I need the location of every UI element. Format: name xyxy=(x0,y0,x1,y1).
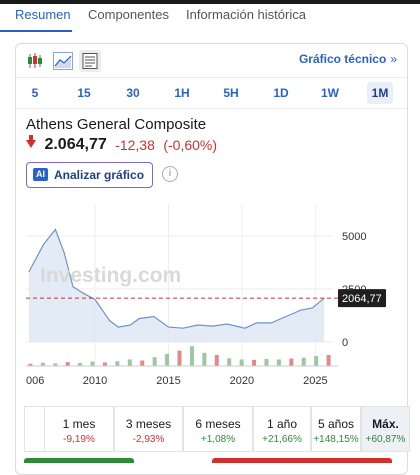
area-chart-icon[interactable] xyxy=(52,50,74,72)
volume-bar xyxy=(165,353,170,366)
performance-label: 6 meses xyxy=(195,417,241,431)
volume-bar xyxy=(65,362,70,366)
volume-bar xyxy=(227,358,232,366)
instrument-name: Athens General Composite xyxy=(26,116,207,133)
watermark-text: Investing.com xyxy=(40,264,181,287)
price-change: -12,38 xyxy=(115,137,155,153)
x-tick-label: 2025 xyxy=(303,375,327,387)
performance-cell[interactable]: 6 meses +1,08% xyxy=(183,406,253,452)
tab-resumen[interactable]: Resumen xyxy=(15,7,71,22)
range-1d[interactable]: 1D xyxy=(268,82,294,104)
tab-componentes[interactable]: Componentes xyxy=(88,7,169,22)
volume-bar xyxy=(189,346,194,366)
performance-cell[interactable]: 5 años +148,15% xyxy=(311,406,361,452)
tech-chart-link[interactable]: Gráfico técnico » xyxy=(299,52,397,66)
volume-bar xyxy=(314,356,319,366)
volume-bar xyxy=(177,350,182,366)
last-price: 2.064,77 xyxy=(44,136,107,153)
range-15[interactable]: 15 xyxy=(71,82,97,104)
performance-label: 5 años xyxy=(317,417,355,431)
range-1m[interactable]: 1M xyxy=(367,82,393,104)
price-change-percent: (-0,60%) xyxy=(163,137,218,153)
x-tick-label: 2015 xyxy=(156,375,180,387)
performance-label: 1 mes xyxy=(62,417,96,431)
performance-value: -2,93% xyxy=(132,434,165,445)
divider xyxy=(16,77,407,78)
performance-cell-partial xyxy=(24,406,44,452)
price-line: 2.064,77 -12,38 (-0,60%) xyxy=(26,135,218,156)
current-price-label: 2064,77 xyxy=(342,293,382,305)
range-5[interactable]: 5 xyxy=(22,82,48,104)
performance-label: 1 año xyxy=(266,417,298,431)
volume-bar xyxy=(152,357,157,366)
performance-value: +21,66% xyxy=(262,434,302,445)
candlestick-chart-icon[interactable] xyxy=(24,50,46,72)
down-arrow-icon xyxy=(26,135,36,148)
volume-bar xyxy=(326,355,331,366)
performance-value: +1,08% xyxy=(200,434,236,445)
y-tick-label: 0 xyxy=(342,337,348,349)
section-tabs: Resumen Componentes Información históric… xyxy=(0,4,420,32)
buy-bar[interactable] xyxy=(24,458,134,463)
price-chart[interactable]: Investing.com5000250002064,7700620102015… xyxy=(0,198,420,398)
active-tab-indicator xyxy=(0,30,72,32)
volume-bar xyxy=(214,355,219,366)
x-tick-label: 2020 xyxy=(230,375,254,387)
volume-bar xyxy=(90,361,95,366)
table-view-icon[interactable] xyxy=(79,50,101,72)
volume-bar xyxy=(202,352,207,366)
analyze-chart-label: Analizar gráfico xyxy=(54,168,145,182)
performance-value: +148,15% xyxy=(313,434,359,445)
volume-bar xyxy=(140,360,145,366)
volume-bar xyxy=(276,359,281,366)
x-tick-label: 006 xyxy=(26,375,44,387)
y-tick-label: 5000 xyxy=(342,231,366,243)
performance-cell-selected[interactable]: Máx. +60,87% xyxy=(361,406,410,452)
range-30[interactable]: 30 xyxy=(120,82,146,104)
performance-value: +60,87% xyxy=(365,434,406,445)
volume-bar xyxy=(252,359,257,366)
performance-strip: 1 mes -9,19% 3 meses -2,93% 6 meses +1,0… xyxy=(24,406,410,452)
ai-badge-icon: AI xyxy=(33,168,48,182)
sell-bar[interactable] xyxy=(212,458,392,463)
range-5h[interactable]: 5H xyxy=(218,82,244,104)
double-chevron-right-icon: » xyxy=(390,52,397,66)
analyze-chart-button[interactable]: AI Analizar gráfico xyxy=(26,162,154,188)
info-icon[interactable]: i xyxy=(162,166,178,182)
volume-bar xyxy=(239,359,244,366)
range-1w[interactable]: 1W xyxy=(317,82,343,104)
performance-value: -9,19% xyxy=(63,434,95,445)
range-1h[interactable]: 1H xyxy=(169,82,195,104)
divider xyxy=(16,108,407,109)
performance-label: 3 meses xyxy=(125,417,172,431)
volume-bar xyxy=(102,362,107,366)
tab-informacion-historica[interactable]: Información histórica xyxy=(186,7,306,22)
volume-bar xyxy=(301,357,306,366)
performance-label: Máx. xyxy=(372,417,399,431)
volume-bar xyxy=(115,361,120,366)
tech-chart-label[interactable]: Gráfico técnico xyxy=(299,52,386,66)
price-chart-svg[interactable]: Investing.com5000250002064,7700620102015… xyxy=(0,198,420,398)
performance-cell[interactable]: 1 año +21,66% xyxy=(253,406,311,452)
volume-bar xyxy=(264,358,269,366)
performance-cell[interactable]: 1 mes -9,19% xyxy=(44,406,114,452)
volume-bar xyxy=(289,358,294,366)
performance-cell[interactable]: 3 meses -2,93% xyxy=(114,406,183,452)
volume-bar xyxy=(127,359,132,366)
x-tick-label: 2010 xyxy=(83,375,107,387)
